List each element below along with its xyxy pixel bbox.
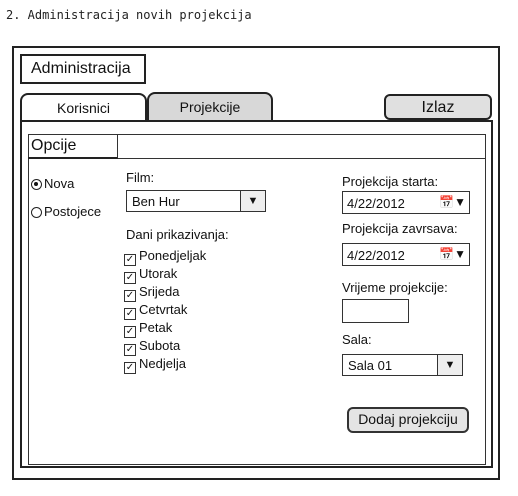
checkbox-srijeda[interactable]: ✓ Srijeda	[124, 284, 206, 302]
calendar-icon[interactable]: 📅▼	[439, 247, 466, 261]
hall-select[interactable]: Sala 01 ▼	[342, 354, 463, 376]
checkbox-label: Srijeda	[139, 284, 180, 299]
radio-postojece-label: Postojece	[44, 204, 102, 219]
chevron-down-icon[interactable]: ▼	[437, 355, 462, 375]
chevron-down-icon[interactable]: ▼	[240, 191, 265, 211]
checkbox-label: Cetvrtak	[139, 302, 188, 317]
checkbox-label: Petak	[139, 320, 173, 335]
film-select-value: Ben Hur	[132, 194, 180, 209]
film-label: Film:	[126, 170, 155, 185]
tab-korisnici[interactable]: Korisnici	[20, 93, 147, 121]
hall-select-value: Sala 01	[348, 358, 393, 373]
checkmark-icon: ✓	[124, 290, 136, 302]
window-title: Administracija	[20, 54, 146, 84]
checkbox-nedjelja[interactable]: ✓ Nedjelja	[124, 356, 206, 374]
checkbox-label: Subota	[139, 338, 181, 353]
end-date-picker[interactable]: 4/22/2012 📅▼	[342, 243, 470, 266]
checkmark-icon: ✓	[124, 308, 136, 320]
add-projection-button[interactable]: Dodaj projekciju	[347, 407, 469, 433]
checkmark-icon: ✓	[124, 254, 136, 266]
checkbox-cetvrtak[interactable]: ✓ Cetvrtak	[124, 302, 206, 320]
radio-selected-icon	[31, 179, 42, 190]
checkmark-icon: ✓	[124, 326, 136, 338]
checkbox-label: Ponedjeljak	[139, 248, 207, 263]
start-date-label: Projekcija starta:	[342, 174, 439, 189]
start-date-value: 4/22/2012	[347, 196, 405, 211]
checkbox-label: Utorak	[139, 266, 178, 281]
hall-label: Sala:	[342, 332, 372, 347]
radio-nova[interactable]: Nova	[31, 176, 74, 191]
options-heading: Opcije	[28, 134, 118, 159]
checkmark-icon: ✓	[124, 344, 136, 356]
start-date-picker[interactable]: 4/22/2012 📅▼	[342, 191, 470, 214]
days-label: Dani prikazivanja:	[126, 227, 229, 242]
radio-nova-label: Nova	[44, 176, 75, 191]
film-select[interactable]: Ben Hur ▼	[126, 190, 266, 212]
radio-unselected-icon	[31, 207, 42, 218]
checkbox-ponedjeljak[interactable]: ✓ Ponedjeljak	[124, 248, 206, 266]
tab-projekcije[interactable]: Projekcije	[147, 92, 273, 120]
checkmark-icon: ✓	[124, 272, 136, 284]
end-date-value: 4/22/2012	[347, 248, 405, 263]
checkbox-subota[interactable]: ✓ Subota	[124, 338, 206, 356]
days-checkbox-list: ✓ Ponedjeljak ✓ Utorak ✓ Srijeda ✓ Cetvrtak …	[124, 248, 206, 374]
checkbox-label: Nedjelja	[139, 356, 186, 371]
end-date-label: Projekcija zavrsava:	[342, 221, 458, 236]
time-input[interactable]	[342, 299, 409, 323]
checkbox-utorak[interactable]: ✓ Utorak	[124, 266, 206, 284]
checkbox-petak[interactable]: ✓ Petak	[124, 320, 206, 338]
exit-button[interactable]: Izlaz	[384, 94, 492, 120]
time-label: Vrijeme projekcije:	[342, 280, 448, 295]
content-divider	[118, 158, 486, 159]
calendar-icon[interactable]: 📅▼	[439, 195, 466, 209]
checkmark-icon: ✓	[124, 362, 136, 374]
page-caption: 2. Administracija novih projekcija	[6, 8, 252, 22]
radio-postojece[interactable]: Postojece	[31, 204, 101, 219]
